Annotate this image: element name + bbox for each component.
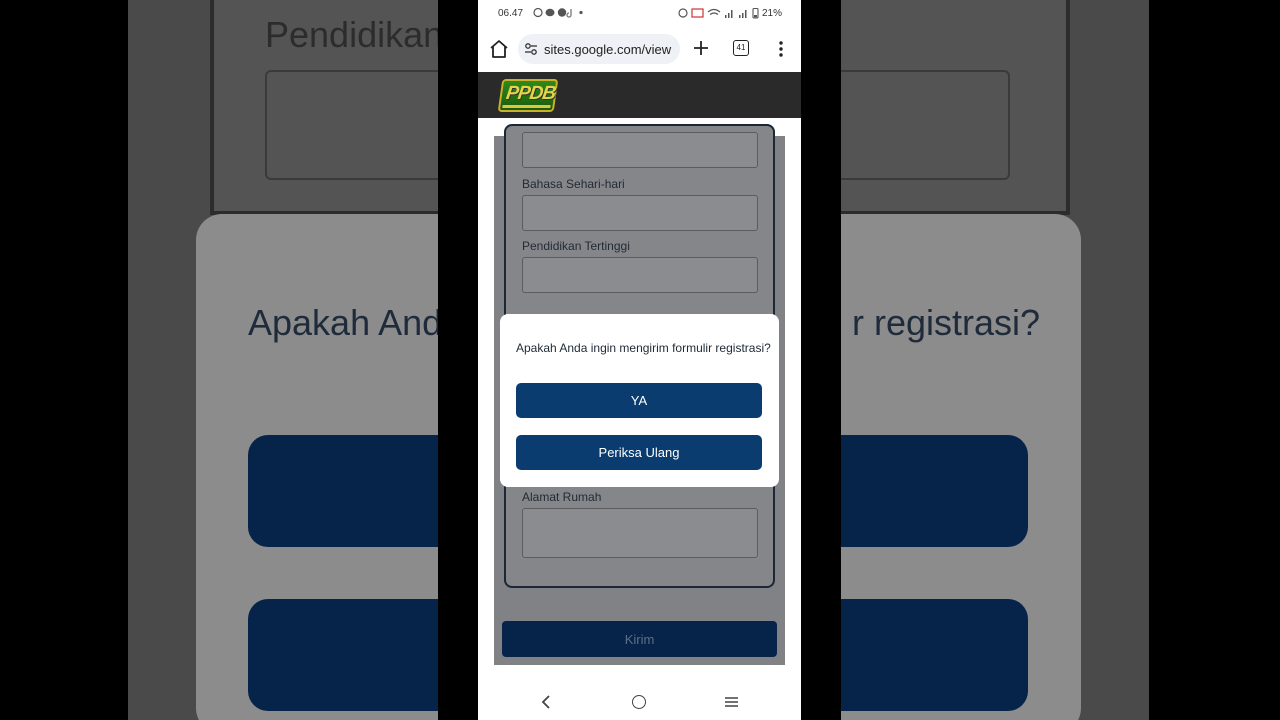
status-time: 06.47 (498, 8, 524, 19)
tab-switcher-button[interactable]: 41 (733, 40, 749, 56)
highest-education-input[interactable] (522, 257, 758, 293)
home-circle-icon[interactable] (632, 695, 646, 709)
browser-toolbar: sites.google.com/view 41 (478, 26, 801, 72)
notification-icons (533, 7, 585, 21)
dialog-message: Apakah Anda ingin mengirim formulir regi… (516, 341, 771, 355)
status-bar: 06.47 21% (478, 0, 801, 26)
logo-text: PPDB (504, 83, 557, 104)
background-question-text: r registrasi? (852, 302, 1041, 343)
confirm-yes-button[interactable]: YA (516, 383, 762, 418)
submit-button[interactable]: Kirim (502, 621, 777, 657)
back-icon[interactable] (540, 695, 552, 709)
site-header: PPDB (478, 72, 801, 118)
logo-underline (502, 105, 551, 108)
previous-field-input[interactable] (522, 132, 758, 168)
system-status-icons (678, 7, 759, 19)
background-frame-text: Pendidikan (265, 14, 438, 55)
field-label: Alamat Rumah (522, 490, 602, 504)
url-text[interactable]: sites.google.com/view (544, 42, 676, 57)
app-notification-icons (533, 7, 583, 18)
android-nav-bar (478, 684, 801, 720)
home-icon[interactable] (488, 38, 510, 60)
recent-apps-icon[interactable] (724, 696, 739, 708)
battery-percent: 21% (762, 8, 783, 19)
confirm-dialog: Apakah Anda ingin mengirim formulir regi… (500, 314, 779, 487)
daily-language-input[interactable] (522, 195, 758, 231)
ppdb-logo[interactable]: PPDB (497, 79, 559, 112)
more-menu-icon[interactable] (775, 39, 787, 59)
system-icons (678, 7, 760, 21)
field-label: Bahasa Sehari-hari (522, 177, 625, 191)
background-blur-left: Pendidikan Apakah And (128, 0, 438, 720)
review-again-button[interactable]: Periksa Ulang (516, 435, 762, 470)
address-bar[interactable]: sites.google.com/view (518, 34, 680, 64)
background-question-text: Apakah And (248, 302, 438, 343)
site-settings-icon[interactable] (524, 42, 538, 56)
background-blur-right: r registrasi? (841, 0, 1149, 720)
home-address-input[interactable] (522, 508, 758, 558)
field-label: Pendidikan Tertinggi (522, 239, 630, 253)
phone-screen: 06.47 21% sites.google.com/view 41 PPDB … (478, 0, 801, 720)
new-tab-icon[interactable] (691, 38, 711, 58)
